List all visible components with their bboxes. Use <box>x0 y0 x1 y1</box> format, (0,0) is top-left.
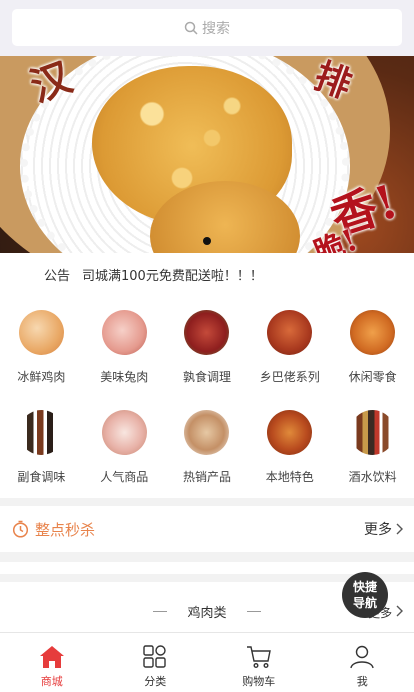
category-item[interactable]: 休闲零食 <box>331 305 414 405</box>
category-item[interactable]: 人气商品 <box>83 405 166 505</box>
category-label: 副食调味 <box>17 470 66 484</box>
bottom-tab-bar: 商城 分类 购物车 我 <box>0 632 414 692</box>
category-item[interactable]: 孰食调理 <box>166 305 249 405</box>
tab-cart[interactable]: 购物车 <box>207 633 311 692</box>
quick-nav-line2: 导航 <box>352 596 377 610</box>
tab-label: 分类 <box>144 675 167 688</box>
category-item[interactable]: 乡巴佬系列 <box>248 305 331 405</box>
home-icon <box>39 646 64 668</box>
tab-home[interactable]: 商城 <box>0 633 104 692</box>
category-label: 人气商品 <box>100 470 149 484</box>
notice-label: 公告 <box>44 268 71 284</box>
chicken-feet-icon <box>350 310 396 355</box>
flash-sale-title: 整点秒杀 <box>35 520 96 539</box>
page: 搜索 汉 排 香! 脆! 嫩! 公告 司城满100元免费配送啦！！！ 冰鲜鸡肉 … <box>0 0 414 692</box>
chevron-right-icon <box>396 523 403 535</box>
category-icon <box>143 645 166 668</box>
section-dash-right <box>246 610 261 612</box>
category-label: 热销产品 <box>182 470 231 484</box>
rabbit-meat-icon <box>101 310 147 355</box>
quick-nav-button[interactable]: 快捷 导航 <box>342 572 388 618</box>
category-label: 乡巴佬系列 <box>259 370 320 384</box>
category-label: 酒水饮料 <box>348 470 397 484</box>
category-label: 本地特色 <box>265 470 314 484</box>
popular-icon <box>101 410 147 455</box>
tab-me[interactable]: 我 <box>311 633 414 692</box>
category-item[interactable]: 美味兔肉 <box>83 305 166 405</box>
flash-sale-more-link[interactable]: 更多 <box>364 519 404 539</box>
user-icon <box>350 645 374 669</box>
stopwatch-icon <box>12 520 29 538</box>
category-label: 休闲零食 <box>348 370 397 384</box>
notice-text: 司城满100元免费配送啦！！！ <box>82 268 263 284</box>
tab-label: 商城 <box>40 675 63 688</box>
category-item[interactable]: 副食调味 <box>0 405 83 505</box>
category-grid: 冰鲜鸡肉 美味兔肉 孰食调理 乡巴佬系列 休闲零食 副食调味 人气商品 热销产品… <box>0 295 414 498</box>
banner-carousel[interactable]: 汉 排 香! 脆! 嫩! <box>0 56 414 253</box>
category-item[interactable]: 热销产品 <box>166 405 249 505</box>
category-item[interactable]: 本地特色 <box>248 405 331 505</box>
tab-category[interactable]: 分类 <box>104 633 208 692</box>
chicken-icon <box>18 310 64 355</box>
snack-icon <box>267 310 313 355</box>
tab-label: 购物车 <box>242 675 276 688</box>
carousel-indicator[interactable] <box>203 237 211 245</box>
more-label: 更多 <box>364 522 392 538</box>
quick-nav-line1: 快捷 <box>352 580 377 594</box>
search-input[interactable]: 搜索 <box>12 9 402 46</box>
search-icon <box>184 21 198 35</box>
category-label: 美味兔肉 <box>100 370 149 384</box>
flash-sale-bar[interactable]: 整点秒杀 更多 <box>0 506 414 552</box>
category-label: 冰鲜鸡肉 <box>17 370 66 384</box>
section-title: 鸡肉类 <box>187 605 227 621</box>
category-item[interactable]: 冰鲜鸡肉 <box>0 305 83 405</box>
chevron-right-icon <box>396 605 403 617</box>
drinks-icon <box>350 410 396 455</box>
cart-icon <box>246 646 271 669</box>
sauce-bottle-icon <box>18 410 64 455</box>
search-header: 搜索 <box>0 0 414 56</box>
hot-sale-icon <box>184 410 230 455</box>
flash-sale-content <box>0 562 414 574</box>
notice-bar[interactable]: 公告 司城满100元免费配送啦！！！ <box>0 253 414 295</box>
tab-label: 我 <box>356 675 368 688</box>
section-dash-left <box>153 610 168 612</box>
local-food-icon <box>267 410 313 455</box>
category-label: 孰食调理 <box>182 370 231 384</box>
cooked-food-icon <box>184 310 230 355</box>
category-item[interactable]: 酒水饮料 <box>331 405 414 505</box>
search-placeholder: 搜索 <box>202 20 230 37</box>
